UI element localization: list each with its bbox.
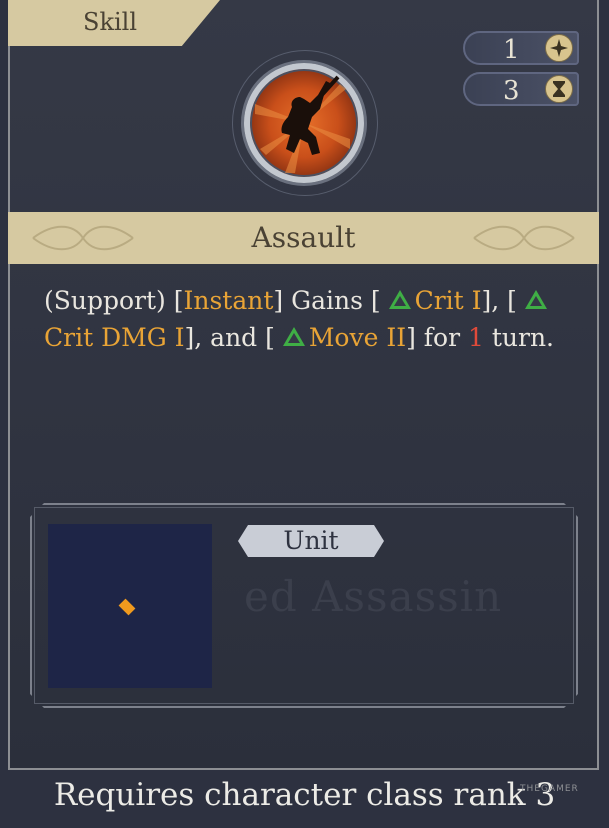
action-cost-value: 1: [503, 35, 520, 65]
desc-text-4: ], and [: [184, 323, 283, 352]
skill-emblem-icon: [244, 63, 364, 183]
flourish-right-icon: [473, 225, 575, 251]
buff-up-icon: [282, 327, 305, 346]
skill-description: (Support) [Instant] Gains [ Crit I], [ C…: [44, 282, 579, 356]
watermark: THEGAMER: [520, 784, 579, 794]
cooldown-value: 3: [503, 76, 520, 106]
buff-move: Move II: [308, 323, 407, 352]
desc-text-6: turn.: [483, 323, 554, 352]
buff-crit-dmg: Crit DMG I: [44, 323, 185, 352]
buff-up-icon: [388, 290, 411, 309]
target-type-label: Unit: [238, 525, 384, 557]
desc-text-1: (Support) [: [44, 286, 184, 315]
sparkle-icon: [545, 34, 573, 62]
skill-name-banner: Assault: [8, 212, 599, 264]
buff-up-icon: [524, 290, 547, 309]
hourglass-icon: [545, 75, 573, 103]
target-type-text: Unit: [283, 526, 339, 555]
turn-count: 1: [468, 323, 484, 352]
ghost-class-text: ed Assassin: [244, 572, 503, 621]
action-cost-badge: 1: [463, 31, 579, 65]
skill-tab-label: Skill: [83, 8, 138, 36]
cooldown-badge: 3: [463, 72, 579, 106]
buff-crit: Crit I: [414, 286, 482, 315]
keyword-instant: Instant: [183, 286, 274, 315]
desc-text-5: ] for: [406, 323, 468, 352]
requirement-text: Requires character class rank 3: [53, 777, 556, 813]
desc-text-3: ], [: [481, 286, 525, 315]
desc-text-2: ] Gains [: [273, 286, 389, 315]
